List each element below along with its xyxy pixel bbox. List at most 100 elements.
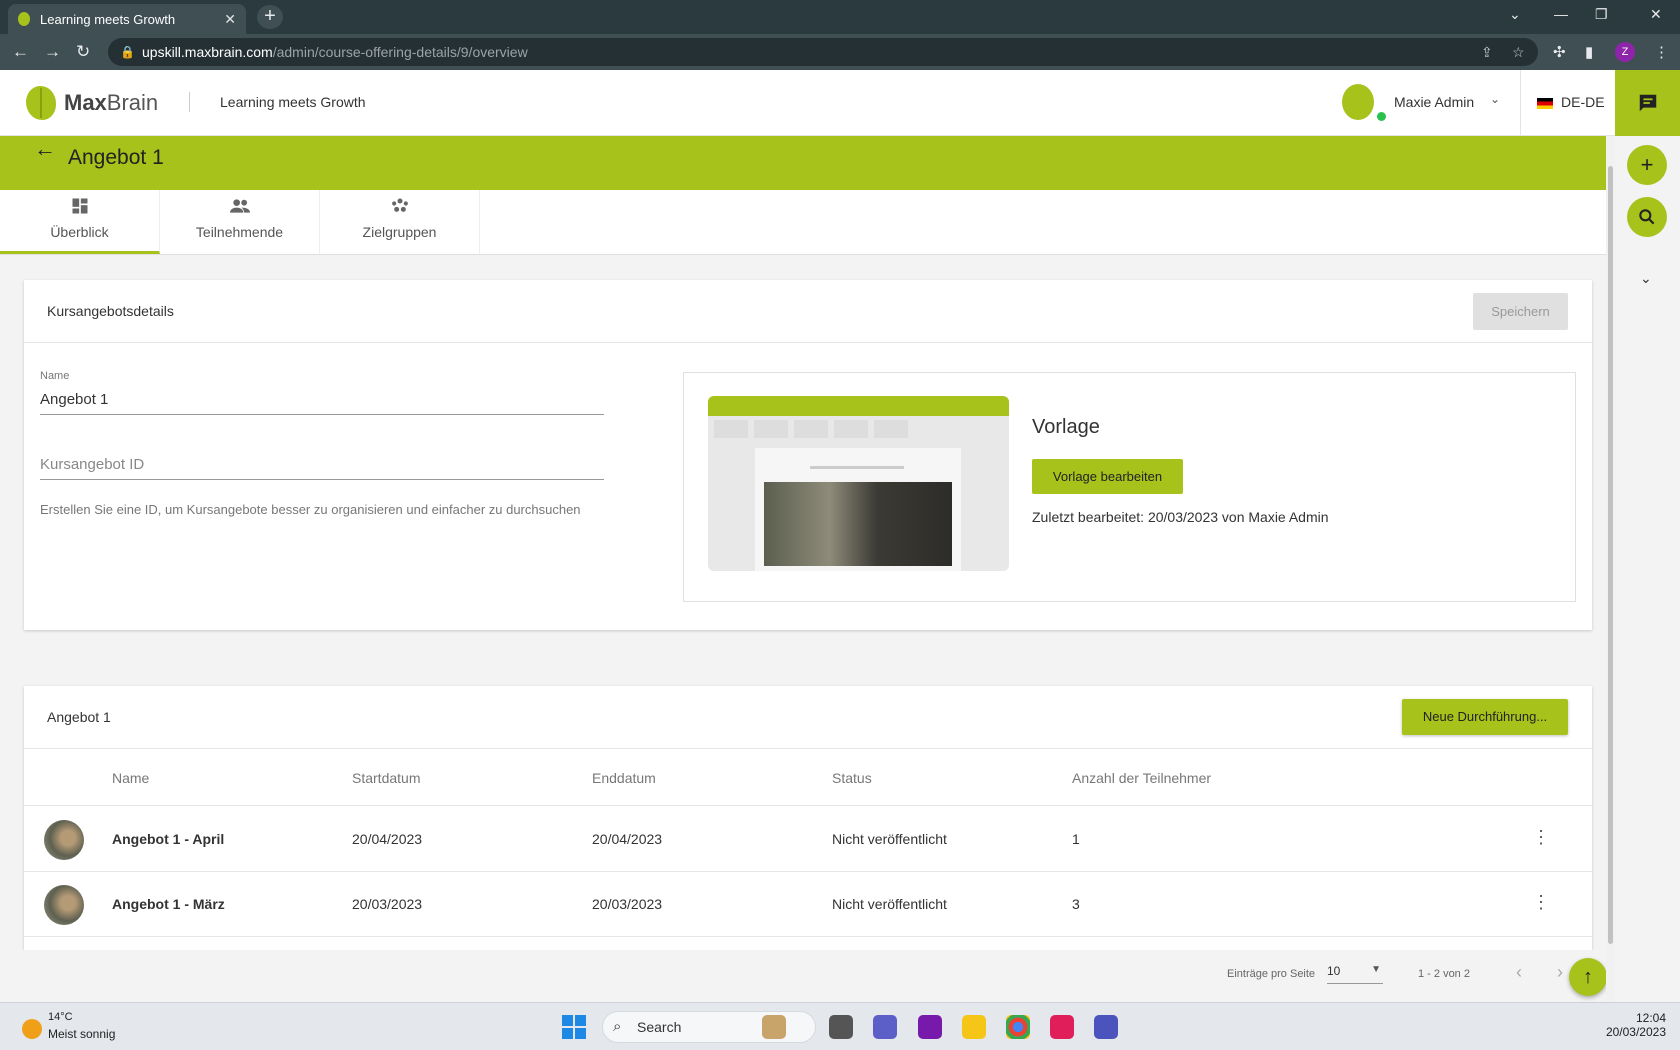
runs-card: Angebot 1 Neue Durchführung... Name Star… bbox=[24, 686, 1592, 950]
back-arrow-icon[interactable]: ← bbox=[34, 136, 56, 162]
more-options-icon[interactable]: ⋮ bbox=[1532, 827, 1550, 848]
forward-icon[interactable]: → bbox=[44, 42, 61, 62]
column-header-end[interactable]: Enddatum bbox=[592, 770, 656, 786]
card-title: Kursangebotsdetails bbox=[47, 303, 174, 319]
reload-icon[interactable]: ↻ bbox=[76, 42, 90, 62]
offering-id-field[interactable]: Kursangebot ID bbox=[40, 456, 144, 473]
offering-id-underline bbox=[40, 479, 604, 480]
thumbnail-tab bbox=[834, 420, 868, 438]
clock-time: 12:04 bbox=[1635, 1011, 1666, 1025]
app-header: MaxBrain Learning meets Growth Maxie Adm… bbox=[0, 70, 1615, 136]
browser-tab-title: Learning meets Growth bbox=[40, 11, 176, 27]
tab-label: Überblick bbox=[50, 224, 109, 240]
thumbnail-photo bbox=[764, 482, 952, 566]
tab-search-chevron-icon[interactable]: ⌄ bbox=[1509, 6, 1521, 23]
edit-template-button[interactable]: Vorlage bearbeiten bbox=[1032, 459, 1183, 494]
bookmark-star-icon[interactable]: ☆ bbox=[1512, 38, 1525, 66]
scrollbar-thumb[interactable] bbox=[1608, 166, 1613, 944]
right-rail: + ⌄ bbox=[1615, 70, 1680, 1002]
windows-start-icon[interactable] bbox=[562, 1015, 586, 1039]
search-icon[interactable] bbox=[1627, 197, 1667, 237]
back-icon[interactable]: ← bbox=[12, 42, 29, 62]
table-row[interactable]: Angebot 1 - April 20/04/2023 20/04/2023 … bbox=[24, 807, 1592, 872]
clock-date: 20/03/2023 bbox=[1605, 1025, 1666, 1039]
tab-participants[interactable]: Teilnehmende bbox=[160, 190, 320, 254]
people-icon bbox=[160, 196, 319, 222]
add-icon[interactable]: + bbox=[1627, 145, 1667, 185]
page-range: 1 - 2 von 2 bbox=[1418, 968, 1470, 980]
widget-icon[interactable] bbox=[762, 1015, 786, 1039]
tab-overview[interactable]: Überblick bbox=[0, 190, 160, 254]
new-tab-button[interactable]: + bbox=[257, 5, 283, 29]
user-name[interactable]: Maxie Admin bbox=[1394, 94, 1474, 110]
extensions-icon[interactable]: ✣ bbox=[1553, 43, 1566, 61]
user-menu-chevron-icon[interactable]: ⌄ bbox=[1490, 92, 1500, 106]
close-tab-icon[interactable]: ✕ bbox=[224, 11, 236, 28]
column-header-status[interactable]: Status bbox=[832, 770, 872, 786]
column-header-start[interactable]: Startdatum bbox=[352, 770, 420, 786]
column-header-name[interactable]: Name bbox=[112, 770, 149, 786]
run-start-date: 20/04/2023 bbox=[352, 831, 423, 847]
header-divider bbox=[1520, 70, 1521, 136]
chat-icon[interactable] bbox=[1615, 70, 1680, 136]
minimize-icon[interactable]: — bbox=[1554, 6, 1568, 22]
teams-icon[interactable] bbox=[1094, 1015, 1118, 1039]
scroll-to-top-icon[interactable]: ↑ bbox=[1569, 958, 1607, 996]
new-run-button[interactable]: Neue Durchführung... bbox=[1402, 699, 1568, 735]
system-clock[interactable]: 12:04 20/03/2023 bbox=[1590, 1011, 1666, 1039]
more-options-icon[interactable]: ⋮ bbox=[1532, 892, 1550, 913]
tab-target-groups[interactable]: Zielgruppen bbox=[320, 190, 480, 254]
table-row[interactable]: Angebot 1 - März 20/03/2023 20/03/2023 N… bbox=[24, 872, 1592, 937]
side-panel-icon[interactable]: ▮ bbox=[1585, 43, 1593, 61]
template-last-edited: Zuletzt bearbeitet: 20/03/2023 von Maxie… bbox=[1032, 509, 1329, 525]
expand-chevron-icon[interactable]: ⌄ bbox=[1640, 270, 1652, 287]
page-scrollbar[interactable] bbox=[1606, 136, 1615, 1002]
previous-page-icon[interactable]: ‹ bbox=[1516, 962, 1522, 983]
run-start-date: 20/03/2023 bbox=[352, 896, 423, 912]
site-favicon-icon bbox=[18, 12, 30, 26]
browser-menu-icon[interactable]: ⋮ bbox=[1654, 43, 1669, 61]
address-bar[interactable]: 🔒 upskill.maxbrain.com/admin/course-offe… bbox=[108, 38, 1538, 66]
file-explorer-dark-icon[interactable] bbox=[829, 1015, 853, 1039]
dropdown-arrow-icon: ▼ bbox=[1371, 964, 1381, 975]
german-flag-icon[interactable] bbox=[1537, 98, 1553, 109]
groups-icon bbox=[320, 196, 479, 222]
column-header-participants[interactable]: Anzahl der Teilnehmer bbox=[1072, 770, 1211, 786]
run-name[interactable]: Angebot 1 - April bbox=[112, 831, 224, 847]
next-page-icon[interactable]: › bbox=[1557, 962, 1563, 983]
per-page-label: Einträge pro Seite bbox=[1227, 968, 1316, 980]
save-button[interactable]: Speichern bbox=[1473, 293, 1568, 330]
name-field[interactable]: Angebot 1 bbox=[40, 391, 108, 408]
onenote-icon[interactable] bbox=[918, 1015, 942, 1039]
os-taskbar: 14°C Meist sonnig ⌕ Search 12:04 20/03/2… bbox=[0, 1002, 1680, 1050]
run-avatar bbox=[44, 820, 84, 860]
teams-chat-icon[interactable] bbox=[873, 1015, 897, 1039]
share-icon[interactable]: ⇪ bbox=[1481, 38, 1493, 66]
template-thumbnail[interactable] bbox=[708, 396, 1009, 571]
details-card: Kursangebotsdetails Speichern Name Angeb… bbox=[24, 280, 1592, 630]
run-name[interactable]: Angebot 1 - März bbox=[112, 896, 225, 912]
language-selector[interactable]: DE-DE bbox=[1561, 94, 1605, 110]
page-header: ← Angebot 1 bbox=[0, 136, 1615, 190]
chrome-icon[interactable] bbox=[1006, 1015, 1030, 1039]
browser-tab[interactable]: Learning meets Growth ✕ bbox=[8, 4, 246, 34]
maxbrain-logo[interactable]: MaxBrain bbox=[26, 86, 158, 120]
template-panel: Vorlage Vorlage bearbeiten Zuletzt bearb… bbox=[683, 372, 1576, 602]
taskbar-search-label: Search bbox=[637, 1019, 682, 1035]
profile-avatar[interactable]: Z bbox=[1615, 42, 1635, 62]
user-avatar[interactable] bbox=[1342, 84, 1374, 120]
sun-icon bbox=[22, 1019, 42, 1039]
run-end-date: 20/04/2023 bbox=[592, 831, 663, 847]
close-window-icon[interactable]: ✕ bbox=[1650, 6, 1662, 23]
per-page-value: 10 bbox=[1327, 964, 1341, 978]
run-end-date: 20/03/2023 bbox=[592, 896, 663, 912]
per-page-select[interactable]: 10 ▼ bbox=[1327, 964, 1383, 984]
browser-tab-bar: Learning meets Growth ✕ + ⌄ — ❐ ✕ bbox=[0, 0, 1680, 34]
slack-icon[interactable] bbox=[1050, 1015, 1074, 1039]
table-header: Name Startdatum Enddatum Status Anzahl d… bbox=[24, 750, 1592, 806]
pagination: Einträge pro Seite 10 ▼ 1 - 2 von 2 ‹ › bbox=[0, 950, 1606, 1002]
thumbnail-tab bbox=[874, 420, 908, 438]
run-participant-count: 3 bbox=[1072, 896, 1080, 912]
folder-icon[interactable] bbox=[962, 1015, 986, 1039]
restore-icon[interactable]: ❐ bbox=[1595, 6, 1608, 23]
